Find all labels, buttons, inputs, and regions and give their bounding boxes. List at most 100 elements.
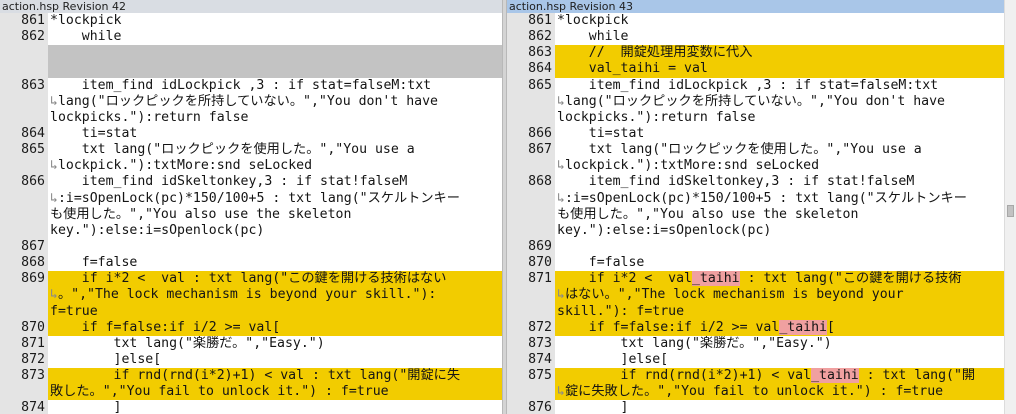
- code-line[interactable]: 866 ti=stat: [507, 125, 1004, 143]
- code-text: item_find idLockpick ,3 : if stat=falseM…: [48, 78, 502, 94]
- line-number: 873: [507, 335, 555, 352]
- code-line[interactable]: 867 txt lang("ロックピックを使用した。","You use a: [507, 142, 1004, 159]
- code-line[interactable]: 869 if i*2 < val : txt lang("この鍵を開ける技術はな…: [0, 271, 502, 288]
- code-line[interactable]: 868 item_find idSkeltonkey,3 : if stat!f…: [507, 174, 1004, 191]
- code-line[interactable]: ↳:i=sOpenLock(pc)*150/100+5 : txt lang("…: [0, 190, 502, 207]
- code-text: ti=stat: [555, 126, 1004, 142]
- code-segment: :i=sOpenLock(pc)*150/100+5 : txt lang("ス…: [57, 190, 460, 206]
- code-line[interactable]: 865 txt lang("ロックピックを使用した。","You use a: [0, 142, 502, 159]
- line-number: 872: [507, 319, 555, 336]
- line-number: 868: [507, 174, 555, 191]
- code-segment: f=false: [557, 255, 645, 271]
- code-segment: f=false: [50, 255, 138, 271]
- code-line[interactable]: 870 f=false: [507, 255, 1004, 272]
- code-line[interactable]: ↳錠に失敗した。","You fail to unlock it.") : f=…: [507, 384, 1004, 401]
- code-line[interactable]: 874 ]else[: [507, 351, 1004, 369]
- line-number: 871: [507, 271, 555, 288]
- code-segment: key."):else:i=sOpenlock(pc): [50, 222, 265, 238]
- wrap-arrow-icon: ↳: [557, 93, 565, 109]
- code-line[interactable]: [0, 45, 502, 62]
- scrollbar-thumb[interactable]: [1007, 205, 1014, 217]
- code-segment: [: [826, 319, 835, 335]
- code-segment: if i*2 < val: [557, 271, 692, 287]
- code-line[interactable]: 869: [507, 238, 1004, 256]
- code-line[interactable]: 873 if rnd(rnd(i*2)+1) < val : txt lang(…: [0, 368, 502, 385]
- code-line[interactable]: 871 txt lang("楽勝だ。","Easy."): [0, 335, 502, 352]
- code-segment: txt lang("ロックピックを使用した。","You use a: [50, 142, 415, 158]
- code-line[interactable]: 866 item_find idSkeltonkey,3 : if stat!f…: [0, 174, 502, 191]
- wrap-arrow-icon: ↳: [50, 190, 58, 206]
- line-number: 875: [507, 368, 555, 385]
- code-segment: txt lang("楽勝だ。","Easy."): [50, 335, 325, 351]
- code-line[interactable]: も使用した。","You also use the skeleton: [0, 206, 502, 223]
- code-line[interactable]: 861 *lockpick: [507, 13, 1004, 30]
- code-line[interactable]: key."):else:i=sOpenlock(pc): [0, 222, 502, 239]
- code-segment: lockpicks."):return false: [50, 109, 249, 125]
- line-number: 874: [0, 400, 48, 414]
- code-segment: ti=stat: [50, 125, 138, 141]
- code-line[interactable]: ↳はない。","The lock mechanism is beyond you…: [507, 287, 1004, 304]
- code-line[interactable]: 871 if i*2 < val_taihi : txt lang("この鍵を開…: [507, 271, 1004, 288]
- code-line[interactable]: 864 val_taihi = val: [507, 61, 1004, 78]
- code-text: 敗した。","You fail to unlock it.") : f=true: [48, 384, 502, 401]
- line-number: [507, 190, 555, 207]
- code-line[interactable]: [0, 61, 502, 78]
- code-segment: txt lang("ロックピックを使用した。","You use a: [557, 142, 922, 158]
- left-code-lines[interactable]: 861 *lockpick 862 while 863 item_find idLoc…: [0, 13, 502, 414]
- code-line[interactable]: ↳lockpick."):txtMore:snd seLocked: [507, 158, 1004, 175]
- code-text: while: [48, 29, 502, 45]
- code-text: も使用した。","You also use the skeleton: [48, 207, 502, 223]
- code-line[interactable]: も使用した。","You also use the skeleton: [507, 206, 1004, 223]
- code-text: ↳錠に失敗した。","You fail to unlock it.") : f=…: [555, 384, 1004, 401]
- wrap-arrow-icon: ↳: [557, 158, 565, 174]
- code-line[interactable]: 865 item_find idLockpick ,3 : if stat=fa…: [507, 77, 1004, 94]
- line-number: 874: [507, 351, 555, 369]
- right-diff-pane[interactable]: action.hsp Revision 43 861 *lockpick 862 w…: [507, 0, 1004, 414]
- line-number: [507, 93, 555, 110]
- code-line[interactable]: 874 ]: [0, 400, 502, 414]
- code-segment: key."):else:i=sOpenlock(pc): [557, 222, 772, 238]
- code-line[interactable]: 872 ]else[: [0, 351, 502, 369]
- code-text: [48, 45, 502, 62]
- code-text: [48, 61, 502, 78]
- code-line[interactable]: ↳lockpick."):txtMore:snd seLocked: [0, 158, 502, 175]
- code-line[interactable]: 861 *lockpick: [0, 13, 502, 30]
- code-line[interactable]: ↳lang("ロックピックを所持していない。","You don't have: [0, 93, 502, 110]
- code-line[interactable]: ↳lang("ロックピックを所持していない。","You don't have: [507, 93, 1004, 110]
- vertical-scrollbar[interactable]: [1004, 0, 1016, 414]
- code-line[interactable]: 876 ]: [507, 400, 1004, 414]
- code-text: key."):else:i=sOpenlock(pc): [48, 223, 502, 239]
- code-line[interactable]: 864 ti=stat: [0, 125, 502, 143]
- code-text: *lockpick: [555, 13, 1004, 29]
- code-line[interactable]: 863 // 開錠処理用変数に代入: [507, 45, 1004, 62]
- code-text: *lockpick: [48, 13, 502, 29]
- right-code-lines[interactable]: 861 *lockpick 862 while 863 // 開錠処理用変数に代入 86…: [507, 13, 1004, 414]
- code-text: ↳。","The lock mechanism is beyond your s…: [48, 287, 502, 304]
- code-line[interactable]: 872 if f=false:if i/2 >= val_taihi[: [507, 319, 1004, 336]
- code-line[interactable]: 868 f=false: [0, 255, 502, 272]
- code-line[interactable]: lockpicks."):return false: [0, 109, 502, 126]
- code-line[interactable]: 875 if rnd(rnd(i*2)+1) < val_taihi : txt…: [507, 368, 1004, 385]
- code-line[interactable]: 862 while: [507, 29, 1004, 46]
- code-line[interactable]: 873 txt lang("楽勝だ。","Easy."): [507, 335, 1004, 352]
- code-line[interactable]: lockpicks."):return false: [507, 109, 1004, 126]
- code-line[interactable]: skill."): f=true: [507, 303, 1004, 320]
- inline-diff-highlight: _taihi: [779, 319, 827, 335]
- code-line[interactable]: f=true: [0, 303, 502, 320]
- code-line[interactable]: ↳:i=sOpenLock(pc)*150/100+5 : txt lang("…: [507, 190, 1004, 207]
- left-diff-pane[interactable]: action.hsp Revision 42 861 *lockpick 862 w…: [0, 0, 502, 414]
- code-line[interactable]: ↳。","The lock mechanism is beyond your s…: [0, 287, 502, 304]
- code-segment: lockpick."):txtMore:snd seLocked: [57, 158, 313, 174]
- code-line[interactable]: key."):else:i=sOpenlock(pc): [507, 222, 1004, 239]
- code-segment: *lockpick: [50, 13, 122, 28]
- code-line[interactable]: 862 while: [0, 29, 502, 46]
- code-line[interactable]: 870 if f=false:if i/2 >= val[: [0, 319, 502, 336]
- line-number: 866: [0, 174, 48, 191]
- line-number: [507, 384, 555, 401]
- code-line[interactable]: 867: [0, 238, 502, 256]
- code-line[interactable]: 敗した。","You fail to unlock it.") : f=true: [0, 384, 502, 401]
- code-text: ↳lang("ロックピックを所持していない。","You don't have: [555, 94, 1004, 110]
- code-line[interactable]: 863 item_find idLockpick ,3 : if stat=fa…: [0, 77, 502, 94]
